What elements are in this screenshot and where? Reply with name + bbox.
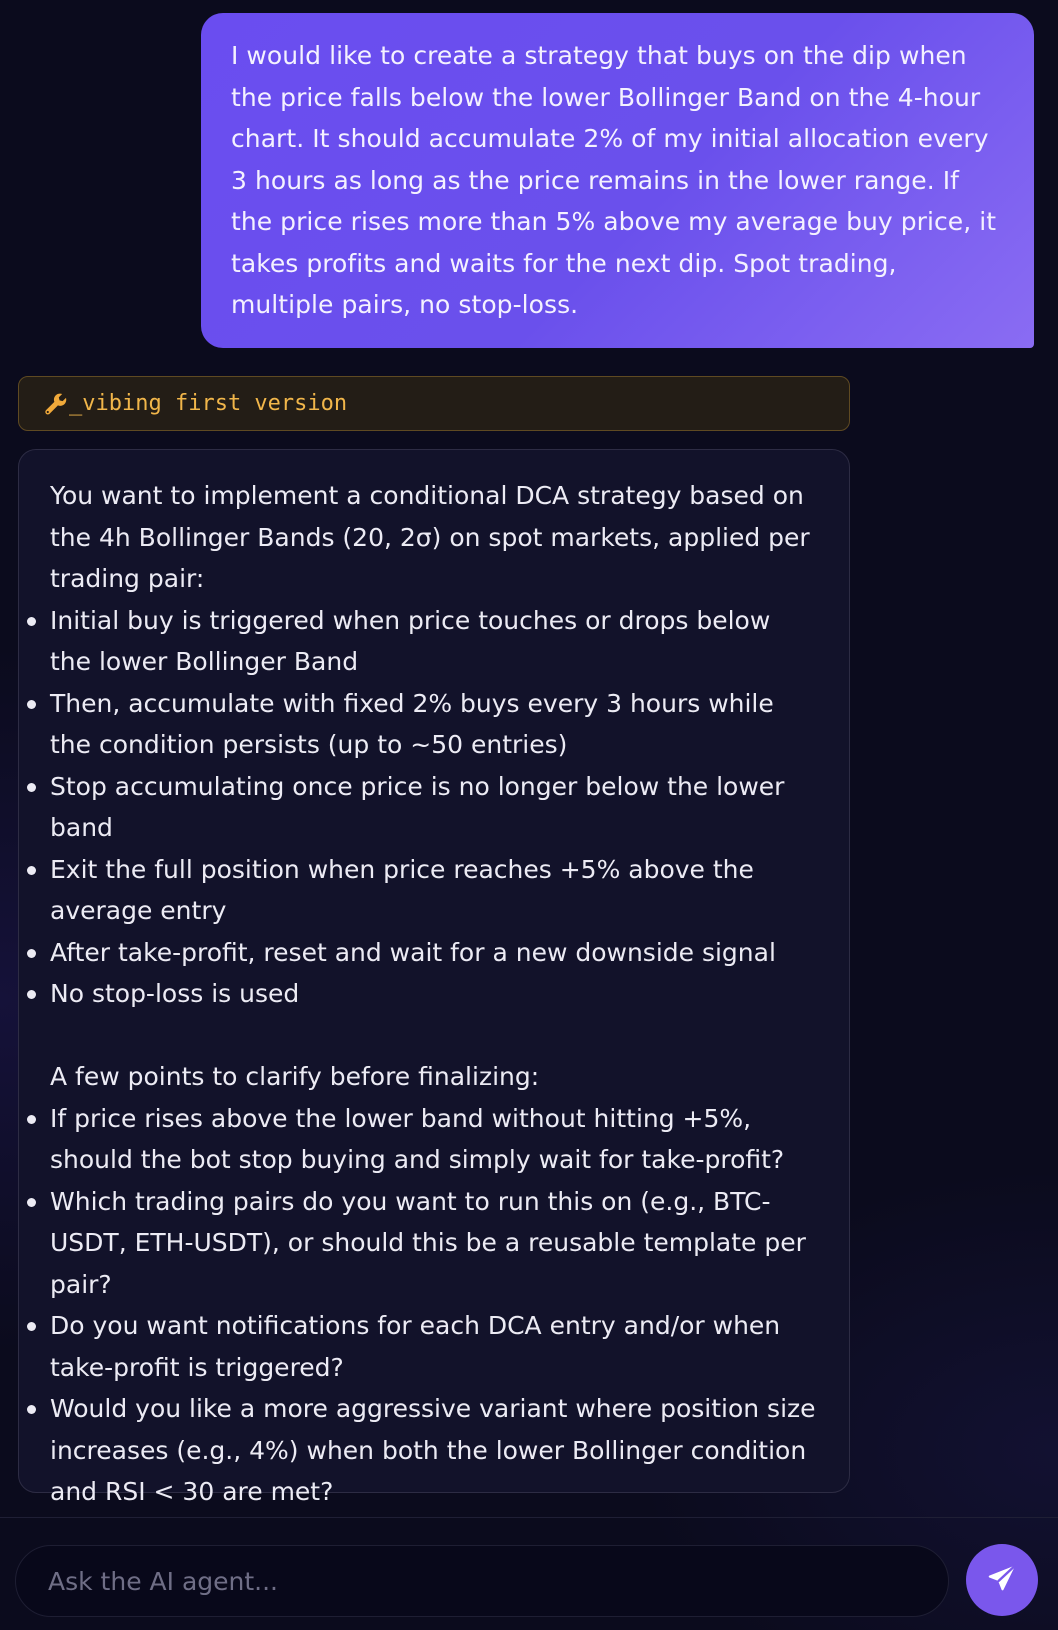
list-item: Would you like a more aggressive variant… bbox=[27, 1388, 819, 1513]
list-item: Exit the full position when price reache… bbox=[27, 849, 819, 932]
list-item: Then, accumulate with fixed 2% buys ever… bbox=[27, 683, 819, 766]
chat-thread: I would like to create a strategy that b… bbox=[0, 0, 1058, 1518]
user-message-text: I would like to create a strategy that b… bbox=[231, 41, 997, 319]
list-item: Which trading pairs do you want to run t… bbox=[27, 1181, 819, 1306]
list-item: Do you want notifications for each DCA e… bbox=[27, 1305, 819, 1388]
send-button[interactable] bbox=[966, 1544, 1038, 1616]
tool-status-pill: _vibing first version bbox=[18, 376, 850, 431]
list-item: After take-profit, reset and wait for a … bbox=[27, 932, 819, 974]
user-message-bubble: I would like to create a strategy that b… bbox=[201, 13, 1034, 348]
agent-intro-text: You want to implement a conditional DCA … bbox=[50, 481, 810, 593]
list-item: If price rises above the lower band with… bbox=[27, 1098, 819, 1181]
clarify-heading: A few points to clarify before finalizin… bbox=[50, 1062, 540, 1091]
composer-divider bbox=[0, 1517, 1058, 1518]
list-item: No stop-loss is used bbox=[27, 973, 819, 1015]
list-item: Stop accumulating once price is no longe… bbox=[27, 766, 819, 849]
composer-input-wrapper[interactable] bbox=[15, 1545, 949, 1617]
wrench-icon bbox=[43, 391, 69, 417]
agent-message-card: You want to implement a conditional DCA … bbox=[18, 449, 850, 1506]
ask-agent-input[interactable] bbox=[16, 1546, 948, 1616]
list-item: Initial buy is triggered when price touc… bbox=[27, 600, 819, 683]
send-icon bbox=[986, 1562, 1018, 1598]
strategy-points-list: Initial buy is triggered when price touc… bbox=[27, 600, 819, 1015]
tool-status-label: _vibing first version bbox=[69, 391, 348, 416]
clarify-questions-list: If price rises above the lower band with… bbox=[27, 1098, 819, 1513]
